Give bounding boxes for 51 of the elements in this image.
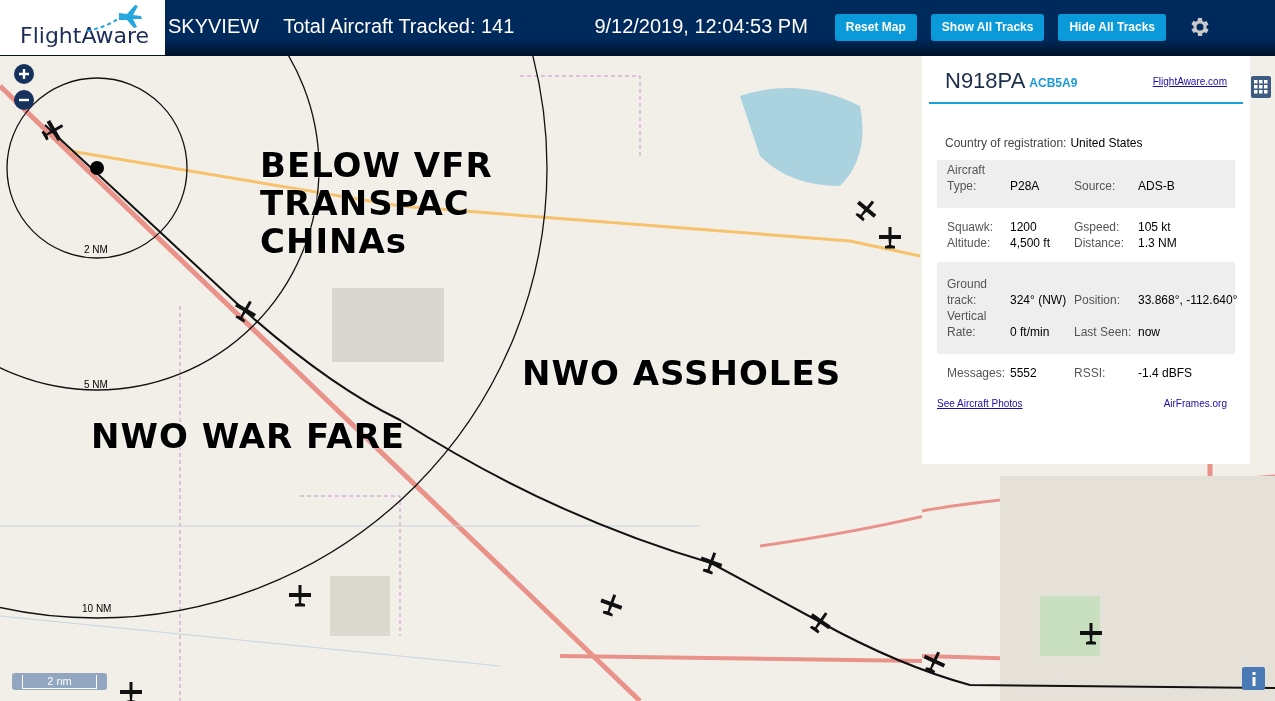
airplane-icon[interactable] [287,583,313,609]
aircraft-photos-link[interactable]: See Aircraft Photos [937,396,1023,411]
hex-code: ACB5A9 [1029,75,1078,92]
field-label: Position: [1074,292,1122,308]
logo[interactable]: FlightAware [0,0,165,55]
grid-button[interactable] [1251,76,1271,98]
field-value: 33.868°, -112.640° [1138,292,1238,308]
field-label: Gspeed: [1074,219,1121,235]
range-ring-label: 10 NM [82,602,112,616]
info-icon [1250,671,1257,686]
flightaware-link[interactable]: FlightAware.com [1152,73,1227,89]
plus-icon [18,68,30,80]
annotation-text: NWO ASSHOLES [522,354,842,392]
field-value: -1.4 dBFS [1138,365,1193,381]
field-value: 1.3 NM [1138,235,1177,251]
field-value: P28A [1010,178,1041,194]
range-ring-label: 5 NM [84,378,108,392]
airplane-icon[interactable] [877,225,903,251]
field-label: Distance: [1074,235,1126,251]
field-label: Aircraft Type: [947,162,986,194]
field-value: 105 kt [1138,219,1171,235]
field-value: 1200 [1010,219,1038,235]
app-title: SKYVIEW [168,14,260,39]
range-ring-label: 2 NM [84,243,108,257]
field-label: Ground track: [947,276,989,308]
info-button[interactable] [1242,667,1265,690]
registration: N918PA [945,70,1026,92]
scale-label: 2 nm [22,674,97,689]
country-label: Country of registration: [945,136,1067,150]
airframes-link[interactable]: AirFrames.org [1163,396,1227,411]
minus-icon [18,98,30,102]
country-value: United States [1070,136,1143,150]
aircraft-count: Total Aircraft Tracked: 141 [283,14,515,39]
field-value: ADS-B [1138,178,1175,194]
field-label: RSSI: [1074,365,1107,381]
field-value: 5552 [1010,365,1038,381]
field-label: Squawk: [947,219,995,235]
field-value: 324° (NW) [1010,292,1068,308]
field-value: now [1138,324,1160,340]
field-label: Last Seen: [1074,324,1133,340]
field-label: Source: [1074,178,1117,194]
field-label: Messages: [947,365,1007,381]
grid-icon [1254,80,1268,94]
airplane-icon[interactable] [1078,621,1104,647]
date-time: 9/12/2019, 12:04:53 PM [594,14,808,39]
field-label: Altitude: [947,235,992,251]
field-value: 0 ft/min [1010,324,1051,340]
field-value: 4,500 ft [1010,235,1052,251]
annotation-text: NWO WAR FARE [91,417,406,455]
field-label: Vertical Rate: [947,308,988,340]
airplane-icon[interactable] [118,680,144,701]
